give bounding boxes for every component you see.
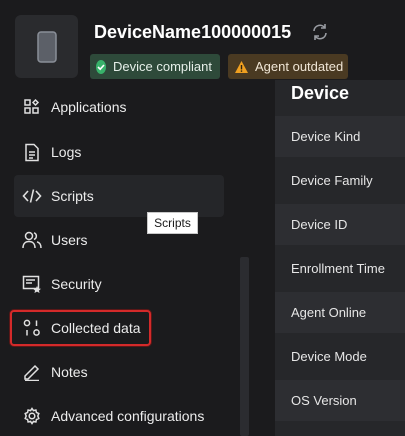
device-icon [36, 30, 57, 63]
device-name: DeviceName100000015 [94, 22, 292, 42]
pencil-icon [22, 362, 42, 382]
sidebar-item-label: Scripts [51, 188, 94, 204]
device-avatar [15, 15, 78, 78]
property-row: OS Version [275, 380, 405, 421]
property-row: Device Mode [291, 349, 367, 364]
check-icon [96, 59, 106, 74]
panel-gutter [260, 92, 275, 436]
badge-label: Device compliant [113, 59, 212, 74]
property-row: Agent Online [275, 292, 405, 333]
tooltip: Scripts [147, 212, 198, 234]
sidebar-item-label: Applications [51, 99, 127, 115]
sidebar-scrollbar[interactable] [240, 257, 249, 436]
property-row: Device Family [291, 173, 373, 188]
code-icon [22, 186, 42, 206]
device-properties-panel: Device Device Kind Device Family Device … [275, 80, 405, 436]
sidebar-item-label: Users [51, 232, 88, 248]
sidebar-item-applications[interactable]: Applications [14, 86, 224, 128]
sidebar-item-security[interactable]: Security [14, 263, 224, 305]
refresh-button[interactable] [309, 21, 331, 43]
sidebar-item-notes[interactable]: Notes [14, 351, 224, 393]
sidebar-item-label: Security [51, 276, 102, 292]
applications-icon [22, 97, 42, 117]
sidebar-item-logs[interactable]: Logs [14, 131, 224, 173]
users-icon [22, 230, 42, 250]
property-row: Enrollment Time [291, 261, 385, 276]
sidebar-item-label: Advanced configurations [51, 408, 205, 424]
panel-heading: Device [291, 83, 350, 103]
security-icon [22, 274, 42, 294]
document-icon [22, 142, 42, 162]
property-row: Device Kind [275, 116, 405, 157]
warning-icon [234, 60, 249, 74]
sidebar-nav: Applications Logs Scripts Users Security… [0, 92, 250, 436]
gear-icon [22, 406, 42, 426]
sidebar-item-label: Collected data [51, 320, 141, 336]
sidebar-item-collected-data[interactable]: Collected data [10, 310, 151, 346]
badge-label: Agent outdated [255, 59, 344, 74]
sidebar-item-label: Logs [51, 144, 82, 160]
device-header: DeviceName100000015 Device compliant Age… [0, 0, 405, 92]
refresh-icon [313, 24, 327, 40]
status-badge-compliant: Device compliant [90, 54, 220, 79]
collected-data-icon [22, 318, 42, 338]
sidebar-item-label: Notes [51, 364, 88, 380]
property-row: Device ID [275, 204, 405, 245]
sidebar-item-advanced-configurations[interactable]: Advanced configurations [14, 395, 234, 436]
status-badge-outdated: Agent outdated [228, 54, 348, 79]
sidebar-item-scripts[interactable]: Scripts [14, 175, 224, 217]
